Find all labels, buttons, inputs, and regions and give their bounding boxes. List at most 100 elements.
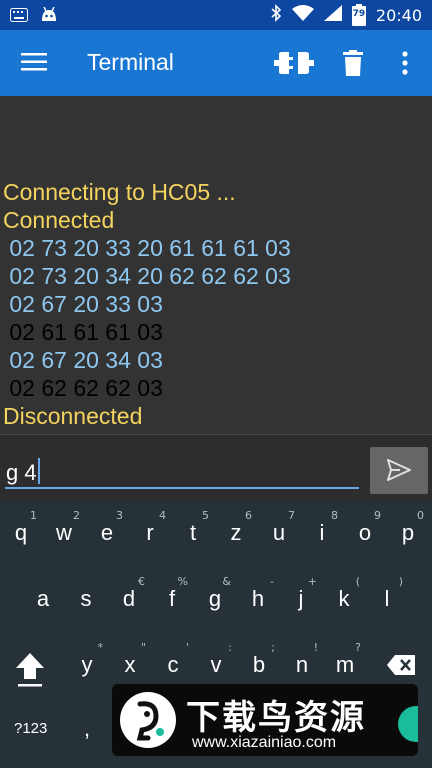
key-hint: ! [313,641,318,654]
key-h[interactable]: -h [238,575,278,612]
key-label: w [56,520,72,545]
key-label: m [335,652,355,677]
comma-key[interactable]: , [84,716,90,742]
key-k[interactable]: (k [324,575,364,612]
key-q[interactable]: 1q [1,509,41,546]
key-hint: - [270,575,274,588]
terminal-lines: Connecting to HC05 ... Connected 02 73 20… [3,178,291,430]
key-hint: € [138,575,145,588]
bluetooth-icon [270,4,282,26]
key-hint: 7 [288,509,295,522]
key-o[interactable]: 9o [345,509,385,546]
key-hint: ' [185,641,189,654]
key-hint: 9 [374,509,381,522]
key-label: d [122,586,136,611]
key-hint: 4 [159,509,166,522]
app-bar: Terminal [0,30,432,96]
page-title: Terminal [87,49,174,75]
key-label: n [295,652,309,677]
key-label: e [100,520,114,545]
key-v[interactable]: :v [196,641,236,678]
send-bar: g 4 [0,434,432,503]
key-label: f [168,586,176,611]
delete-icon[interactable] [343,50,363,80]
key-label: v [210,652,222,677]
symbols-key[interactable]: ?123 [14,720,47,737]
battery-level: 79 [352,9,366,19]
key-label: c [167,652,179,677]
key-c[interactable]: ' c [153,641,193,678]
terminal-line-received: 02 62 62 62 03 [3,375,163,401]
wifi-icon [291,5,314,25]
key-hint: 6 [245,509,252,522]
key-label: i [319,520,325,545]
key-hint: 1 [30,509,37,522]
terminal-line-status: Connected [3,207,115,233]
terminal-line-received: 02 61 61 61 03 [3,319,163,345]
key-d[interactable]: € d [109,575,149,612]
key-label: l [384,586,390,611]
key-hint: 3 [116,509,123,522]
key-r[interactable]: 4r [130,509,170,546]
key-label: r [146,520,154,545]
backspace-icon[interactable] [386,654,416,680]
send-icon [387,459,411,485]
terminal-output[interactable]: Connecting to HC05 ... Connected 02 73 20… [0,96,432,434]
command-input-text: g 4 [6,460,37,485]
key-label: j [298,586,304,611]
key-b[interactable]: ; b [239,641,279,678]
status-bar: 79 20:40 [0,0,432,30]
watermark: 下载鸟资源 www.xiazainiao.com [112,684,418,756]
send-button[interactable] [370,447,428,494]
clock: 20:40 [375,5,422,25]
key-label: k [338,586,350,611]
battery-icon: 79 [351,4,366,26]
key-hint: 8 [331,509,338,522]
menu-icon[interactable] [21,52,47,76]
watermark-accent [398,706,418,742]
key-s[interactable]: s [66,586,106,612]
key-label: h [251,586,265,611]
key-j[interactable]: + j [281,575,321,612]
key-a[interactable]: a [23,586,63,612]
key-label: b [252,652,266,677]
key-i[interactable]: 8i [302,509,342,546]
key-p[interactable]: 0p [388,509,428,546]
key-hint: ? [355,641,361,654]
key-hint: + [307,575,317,588]
key-label: a [36,586,50,611]
watermark-url: www.xiazainiao.com [192,734,337,751]
shift-icon[interactable] [15,652,45,692]
key-n[interactable]: ! n [282,641,322,678]
command-input[interactable]: g 4 [5,453,359,489]
key-label: g [208,586,222,611]
key-label: q [14,520,28,545]
key-w[interactable]: 2w [44,509,84,546]
key-label: z [230,520,242,545]
terminal-line-sent: 02 67 20 33 03 [3,291,163,317]
key-u[interactable]: 7u [259,509,299,546]
key-label: o [358,520,372,545]
key-f[interactable]: % f [152,575,192,612]
key-hint: 2 [73,509,80,522]
terminal-line-status: Disconnected [3,403,143,429]
key-e[interactable]: 3e [87,509,127,546]
key-label: u [272,520,286,545]
key-z[interactable]: 6z [216,509,256,546]
key-m[interactable]: ? m [325,641,365,678]
key-y[interactable]: * y [67,641,107,678]
key-t[interactable]: 5t [173,509,213,546]
terminal-line-sent: 02 67 20 34 03 [3,347,163,373]
key-l[interactable]: ) l [367,575,407,612]
connect-icon[interactable] [274,51,314,79]
key-hint: " [140,641,146,654]
key-label: t [189,520,197,545]
overflow-menu-icon[interactable] [401,51,409,79]
key-label: s [80,586,92,611]
key-g[interactable]: & g [195,575,235,612]
terminal-line-sent: 02 73 20 33 20 61 61 61 03 [3,235,291,261]
key-hint: 5 [202,509,209,522]
watermark-title: 下载鸟资源 [186,698,366,738]
text-cursor [37,458,40,484]
key-x[interactable]: " x [110,641,150,678]
